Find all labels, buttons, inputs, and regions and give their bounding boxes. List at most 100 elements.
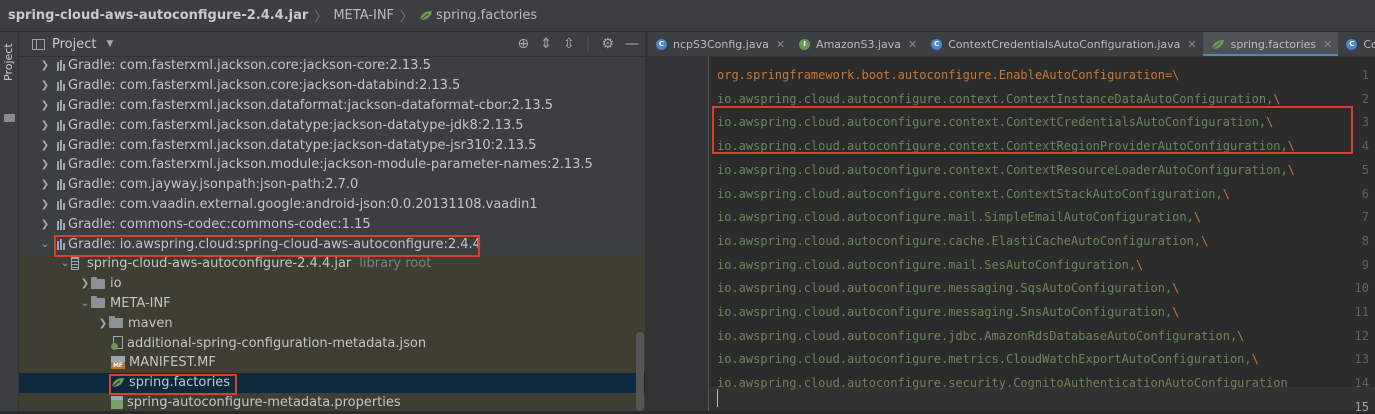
tab-context-credentials[interactable]: C ContextCredentialsAutoConfiguration.jav… [923,32,1202,56]
tree-row[interactable]: ❯ Gradle: commons-codec:commons-codec:1.1… [19,214,645,234]
tree-row-label: Gradle: com.jayway.jsonpath:json-path:2.… [68,177,359,193]
code-line: io.awspring.cloud.autoconfigure.context.… [717,139,1295,153]
breadcrumb-folder[interactable]: META-INF [333,8,394,23]
chevron-right-icon[interactable]: ❯ [39,179,51,190]
tree-row[interactable]: ❯ Gradle: com.fasterxml.jackson.datatype:… [19,115,645,135]
collapse-all-icon[interactable]: ⇳ [563,36,575,52]
properties-file-icon [111,395,123,409]
minimize-icon[interactable]: — [625,36,639,52]
folder-icon [4,114,15,122]
breadcrumb-jar[interactable]: spring-cloud-aws-autoconfigure-2.4.4.jar [8,8,308,23]
tree-row-jar[interactable]: ⌄ spring-cloud-aws-autoconfigure-2.4.4.ja… [19,253,645,274]
tree-row[interactable]: ❯ Gradle: com.fasterxml.jackson.core:jack… [19,76,645,96]
locate-icon[interactable]: ⊕ [518,36,530,52]
tree-row-properties[interactable]: spring-autoconfigure-metadata.properties [19,392,645,411]
code-line: io.awspring.cloud.autoconfigure.mail.Ses… [717,258,1143,272]
tree-row-aws-autoconfigure[interactable]: ⌄ Gradle: io.awspring.cloud:spring-cloud-… [19,234,645,254]
tab-spring-factories[interactable]: spring.factories ✕ [1202,32,1339,56]
tree-row-label: Gradle: com.fasterxml.jackson.core:jacks… [68,58,431,74]
tab-label: AmazonS3.java [816,37,902,51]
tree-row[interactable]: ❯ Gradle: com.jayway.jsonpath:json-path:2… [19,175,645,195]
expand-all-icon[interactable]: ⇕ [540,36,552,52]
gradle-library-icon [51,218,65,230]
line-continuation: \ [1222,186,1230,201]
line-continuation: \ [1193,210,1202,225]
tree-row-label: Gradle: com.fasterxml.jackson.datatype:j… [68,117,524,133]
gutter-separator [708,56,709,411]
code-line: io.awspring.cloud.autoconfigure.context.… [717,163,1295,177]
tree-row[interactable]: ❯ Gradle: com.fasterxml.jackson.dataforma… [19,96,645,116]
tree-row[interactable]: ❯ Gradle: com.fasterxml.jackson.core:jack… [19,56,645,76]
project-tool-window-button[interactable]: Project [2,38,15,86]
property-value: io.awspring.cloud.autoconfigure.metrics.… [717,352,1252,367]
chevron-right-icon[interactable]: ❯ [79,278,91,289]
tree-row-label: Gradle: com.fasterxml.jackson.datatype:j… [68,137,537,153]
editor-tabs: CncpS3Config.java ✕ I AmazonS3.java ✕ C Cont… [648,32,1375,57]
gradle-library-icon [51,198,65,210]
project-panel-icon [32,38,45,50]
gradle-library-icon [51,80,65,92]
interface-icon: I [799,38,811,50]
close-icon[interactable]: ✕ [776,38,785,51]
tree-row[interactable]: ❯ Gradle: com.vaadin.external.google:andr… [19,195,645,215]
tree-row-io[interactable]: ❯ io [19,273,645,294]
tree-row-label: Gradle: commons-codec:commons-codec:1.15 [68,216,371,232]
code-line: io.awspring.cloud.autoconfigure.jdbc.Ama… [717,329,1244,343]
code-line: io.awspring.cloud.autoconfigure.mail.Sim… [717,210,1201,224]
chevron-down-icon[interactable]: ⌄ [79,298,91,309]
chevron-right-icon[interactable]: ❯ [39,120,51,131]
property-value: io.awspring.cloud.autoconfigure.jdbc.Ama… [717,328,1238,343]
tree-row-meta-inf[interactable]: ⌄ META-INF [19,293,645,314]
chevron-right-icon[interactable]: ❯ [39,219,51,230]
close-icon[interactable]: ✕ [1323,38,1332,51]
code-line: io.awspring.cloud.autoconfigure.messagin… [717,281,1179,295]
line-continuation: \ [1251,352,1259,367]
tool-window-strip: Project [0,32,19,411]
line-continuation: \ [1287,139,1295,154]
line-number-gutter [648,56,708,411]
folder-icon [91,276,105,289]
chevron-right-icon[interactable]: ❯ [39,140,51,151]
tab-context[interactable]: C Context [1338,32,1375,56]
chevron-right-icon[interactable]: ❯ [97,318,109,329]
chevron-right-icon[interactable]: ❯ [39,80,51,91]
tree-row[interactable]: ❯ Gradle: com.fasterxml.jackson.module:ja… [19,155,645,175]
chevron-right-icon[interactable]: ❯ [39,60,51,71]
tree-row-label: spring-cloud-aws-autoconfigure-2.4.4.jar [87,256,352,272]
chevron-down-icon[interactable]: ⌄ [39,239,51,250]
code-line: io.awspring.cloud.autoconfigure.context.… [717,92,1281,106]
gear-icon[interactable]: ⚙ [601,36,614,52]
breadcrumb-separator: 〉 [400,10,414,25]
breadcrumb-separator: 〉 [314,10,328,25]
tree-row-label: Gradle: io.awspring.cloud:spring-cloud-a… [68,236,481,252]
close-icon[interactable]: ✕ [908,38,917,51]
line-continuation: \ [1287,162,1295,177]
tab-amazons3[interactable]: I AmazonS3.java ✕ [791,32,923,56]
toolbar-divider: | [585,36,591,52]
chevron-down-icon[interactable]: ▼ [106,39,113,49]
tree-row-label: Gradle: com.fasterxml.jackson.core:jacks… [68,78,461,94]
breadcrumb-file[interactable]: spring.factories [436,8,537,23]
breadcrumb: spring-cloud-aws-autoconfigure-2.4.4.jar… [0,0,1375,32]
chevron-right-icon[interactable]: ❯ [39,199,51,210]
tree-row-label: META-INF [110,295,171,311]
chevron-down-icon[interactable]: ⌄ [59,258,71,269]
code-area[interactable]: org.springframework.boot.autoconfigure.E… [717,56,1375,411]
tree-row-json[interactable]: additional-spring-configuration-metadata… [19,333,645,353]
tree-row-manifest[interactable]: MF MANIFEST.MF [19,352,645,373]
close-icon[interactable]: ✕ [1187,38,1196,51]
tree-row-spring-factories[interactable]: spring.factories [19,372,645,393]
tab-ncps3config[interactable]: CncpS3Config.java ✕ [648,32,791,56]
tree-row-maven[interactable]: ❯ maven [19,313,645,334]
tree-row[interactable]: ❯ Gradle: com.fasterxml.jackson.datatype:… [19,135,645,155]
chevron-right-icon[interactable]: ❯ [39,100,51,111]
gradle-library-icon [51,159,65,171]
line-continuation: \ [1201,233,1209,248]
line-continuation: \ [1266,115,1274,130]
chevron-right-icon[interactable]: ❯ [39,159,51,170]
panel-scrollbar[interactable] [636,332,644,411]
panel-title[interactable]: Project [52,37,96,52]
tree-row-label: Gradle: com.fasterxml.jackson.dataformat… [68,97,554,113]
line-continuation: \ [1273,91,1281,106]
tree-row-label: maven [128,315,173,331]
